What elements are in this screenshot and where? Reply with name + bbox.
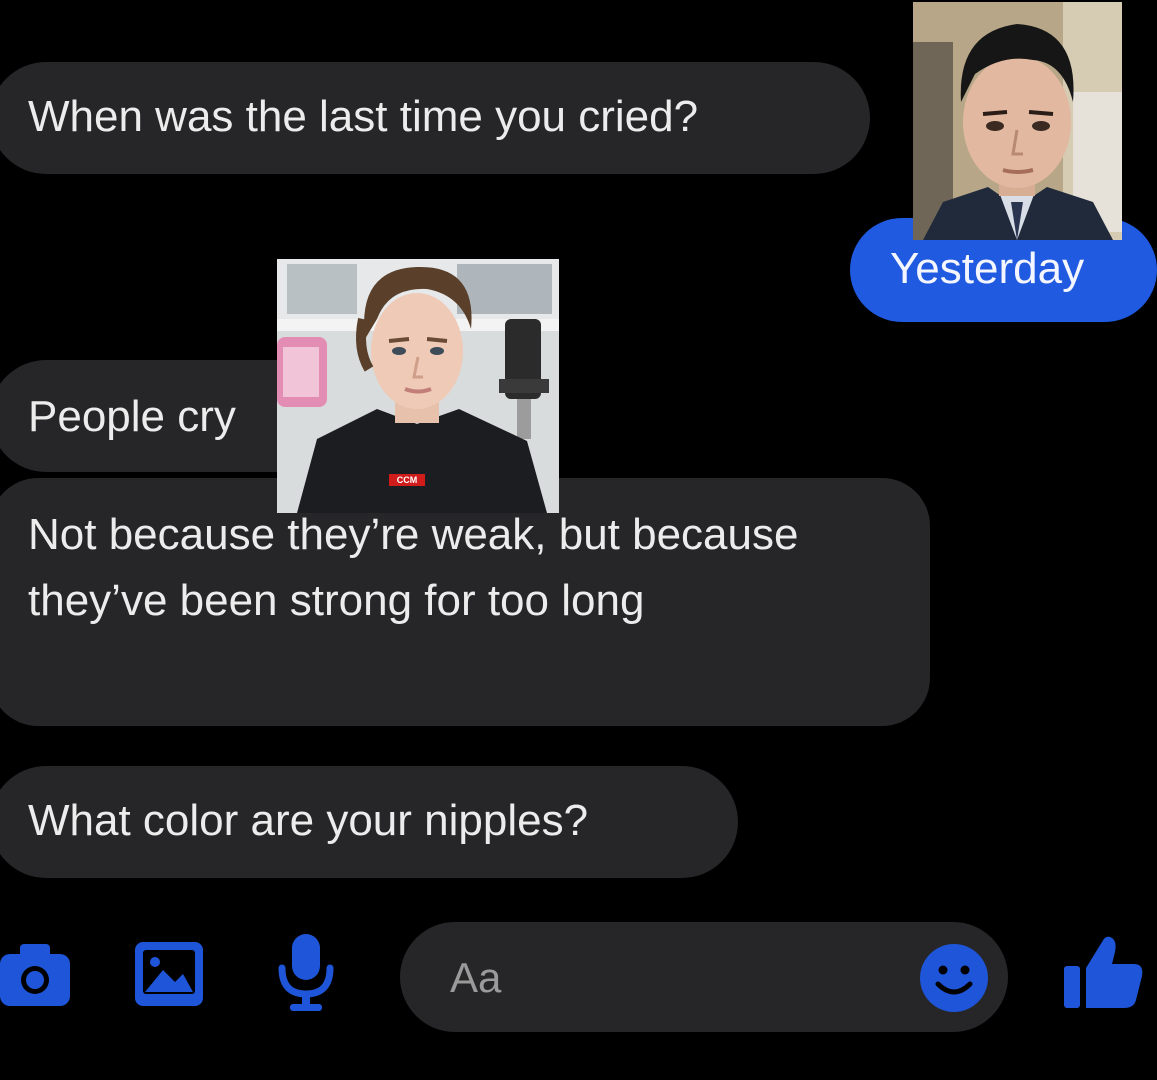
message-text: What color are your nipples? bbox=[28, 796, 589, 845]
portrait-photo-icon: CCM bbox=[277, 259, 559, 513]
camera-icon[interactable] bbox=[0, 940, 72, 1008]
overlay-portrait-photo bbox=[913, 2, 1122, 240]
portrait-photo-icon bbox=[913, 2, 1122, 240]
thumbs-up-icon[interactable] bbox=[1060, 932, 1146, 1010]
message-text: When was the last time you cried? bbox=[28, 92, 699, 141]
message-bubble-received[interactable]: Not because they’re weak, but because th… bbox=[0, 478, 930, 726]
microphone-icon[interactable] bbox=[274, 932, 338, 1012]
message-input[interactable] bbox=[448, 946, 912, 1010]
shirt-logo-text: CCM bbox=[397, 475, 418, 485]
message-bubble-received[interactable]: When was the last time you cried? bbox=[0, 62, 870, 174]
emoji-icon[interactable] bbox=[918, 942, 990, 1014]
message-text: Yesterday bbox=[890, 244, 1085, 293]
message-text: People cry bbox=[28, 392, 236, 441]
gallery-icon[interactable] bbox=[133, 940, 205, 1008]
message-composer[interactable] bbox=[400, 922, 1008, 1032]
overlay-portrait-photo: CCM bbox=[277, 259, 559, 513]
message-bubble-received[interactable]: What color are your nipples? bbox=[0, 766, 738, 878]
message-text: Not because they’re weak, but because th… bbox=[28, 510, 799, 625]
